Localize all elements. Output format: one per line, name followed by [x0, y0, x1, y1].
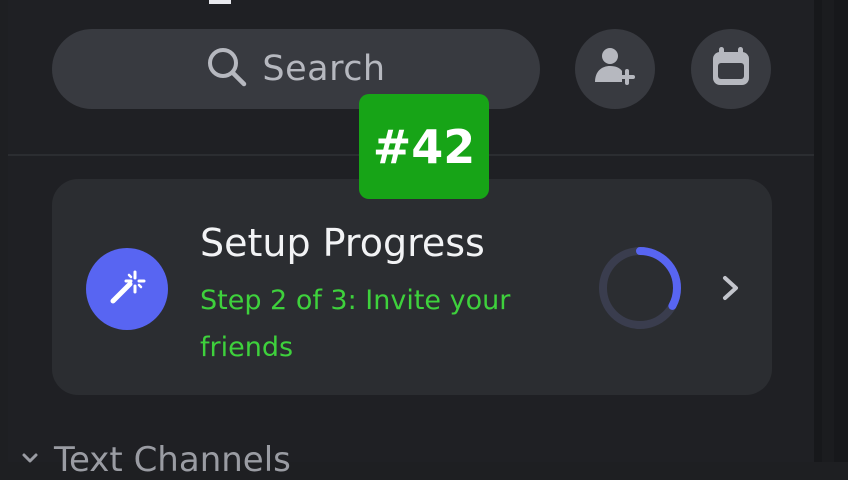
setup-title: Setup Progress — [200, 221, 485, 265]
text-channels-header[interactable]: Text Channels — [20, 440, 291, 480]
chevron-down-icon — [20, 448, 40, 472]
events-button[interactable] — [691, 29, 771, 109]
search-label: Search — [262, 49, 386, 89]
setup-icon-circle — [86, 248, 168, 330]
add-friend-button[interactable] — [575, 29, 655, 109]
chevron-right-icon — [715, 273, 745, 303]
setup-progress-card[interactable]: Setup Progress Step 2 of 3: Invite your … — [52, 179, 772, 395]
setup-step-text: Step 2 of 3: Invite your friends — [200, 285, 511, 363]
number-badge: #42 — [359, 94, 489, 199]
add-friend-icon — [592, 44, 638, 94]
setup-progress-ring — [599, 247, 681, 329]
search-icon — [206, 46, 248, 92]
magic-wand-icon — [106, 266, 148, 312]
calendar-icon — [709, 45, 753, 93]
section-label: Text Channels — [54, 440, 291, 480]
server-name-underline — [209, 0, 231, 4]
scrollbar-track[interactable] — [822, 0, 834, 462]
